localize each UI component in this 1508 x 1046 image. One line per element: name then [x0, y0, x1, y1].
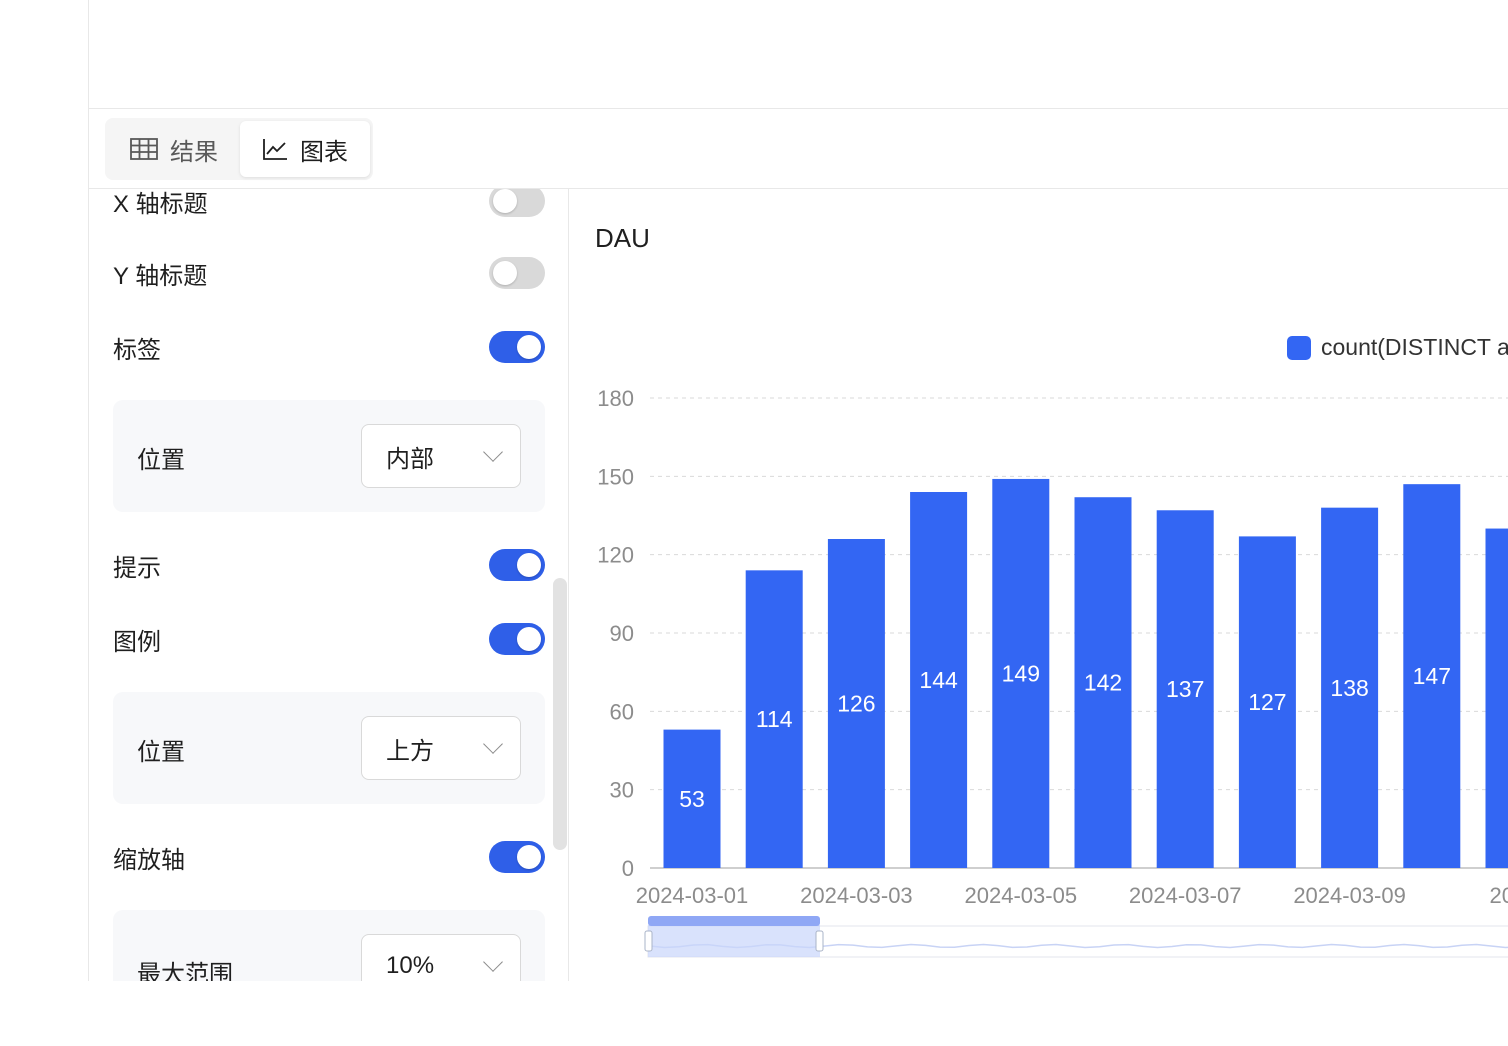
bar-value-label: 142	[1084, 670, 1122, 696]
tab-chart-label: 图表	[300, 138, 348, 166]
bar-value-label: 127	[1248, 689, 1286, 715]
max-range-label: 最大范围	[137, 961, 233, 981]
tab-results-label: 结果	[170, 138, 218, 166]
y-tick-label: 30	[610, 778, 634, 803]
view-switcher: 结果 图表	[105, 118, 373, 180]
line-chart-icon	[262, 138, 288, 160]
max-range-value: 10%	[386, 952, 435, 979]
label-position-label: 位置	[137, 447, 185, 474]
legend-position-card: 位置 上方	[113, 692, 545, 804]
table-icon	[130, 138, 158, 160]
y-tick-label: 0	[622, 856, 634, 881]
config-panel-scrollbar[interactable]	[553, 578, 567, 850]
x-tick-label: 2024-03-07	[1129, 883, 1242, 908]
tooltip-toggle[interactable]	[489, 549, 545, 581]
left-sidebar-strip	[0, 0, 89, 981]
zoom-axis-label: 缩放轴	[113, 846, 185, 874]
labels-row: 标签	[113, 327, 545, 367]
zoom-window-handle-bar[interactable]	[648, 916, 820, 926]
y-tick-label: 180	[597, 386, 634, 411]
legend-row: 图例	[113, 619, 545, 659]
chevron-down-icon	[483, 442, 503, 462]
y-axis-title-toggle[interactable]	[489, 257, 545, 289]
y-axis-title-row: Y 轴标题	[113, 253, 545, 293]
legend-label: 图例	[113, 628, 161, 656]
labels-toggle[interactable]	[489, 331, 545, 363]
legend-position-label: 位置	[137, 739, 185, 766]
y-tick-label: 120	[597, 543, 634, 568]
bar-value-label: 147	[1413, 663, 1451, 689]
max-range-select[interactable]: 10%	[361, 934, 521, 981]
y-axis-title-label: Y 轴标题	[113, 262, 208, 290]
bar	[1485, 528, 1508, 868]
chevron-down-icon	[483, 734, 503, 754]
tab-chart[interactable]: 图表	[240, 121, 370, 177]
bar-value-label: 138	[1330, 675, 1368, 701]
bar-value-label: 126	[837, 691, 875, 717]
x-tick-label: 2024-03-03	[800, 883, 913, 908]
x-tick-label: 2024-03-01	[636, 883, 749, 908]
chevron-down-icon	[483, 952, 503, 972]
x-axis-title-label: X 轴标题	[113, 190, 208, 218]
x-axis-title-row: X 轴标题	[113, 189, 545, 221]
label-position-select[interactable]: 内部	[361, 424, 521, 488]
legend-position-value: 上方	[386, 737, 434, 765]
tab-results[interactable]: 结果	[108, 121, 240, 177]
tooltip-label: 提示	[113, 554, 161, 582]
x-tick-label: 2024	[1490, 883, 1508, 908]
y-tick-label: 150	[597, 464, 634, 489]
x-axis-title-toggle[interactable]	[489, 189, 545, 217]
max-range-card: 最大范围 10%	[113, 910, 545, 981]
bar-value-label: 144	[919, 667, 958, 693]
label-position-value: 内部	[386, 445, 434, 473]
bar-value-label: 137	[1166, 676, 1204, 702]
bar-value-label: 53	[679, 786, 705, 812]
zoom-axis-row: 缩放轴	[113, 837, 545, 877]
zoom-left-handle[interactable]	[644, 930, 653, 952]
bar-chart: 0 30 60 90 120 150 180 53 114 126 144 149 142 137 127 1…	[597, 386, 1508, 958]
legend-position-select[interactable]: 上方	[361, 716, 521, 780]
x-tick-label: 2024-03-05	[965, 883, 1078, 908]
zoom-right-handle[interactable]	[815, 930, 824, 952]
chart-config-panel: X 轴标题 Y 轴标题 标签 位置 内部 提示 图例 位置 上方 缩放轴 最大范…	[89, 189, 569, 981]
y-tick-label: 90	[610, 621, 634, 646]
legend-toggle[interactable]	[489, 623, 545, 655]
x-tick-label: 2024-03-09	[1293, 883, 1406, 908]
zoom-window[interactable]	[648, 925, 820, 957]
tooltip-row: 提示	[113, 545, 545, 585]
bar-value-label: 114	[756, 706, 793, 732]
chart-area: DAU count(DISTINCT a 0 30 60 90 120 150 180 53 1…	[570, 189, 1508, 981]
labels-label: 标签	[113, 336, 161, 364]
label-position-card: 位置 内部	[113, 400, 545, 512]
y-tick-label: 60	[610, 699, 634, 724]
zoom-axis-toggle[interactable]	[489, 841, 545, 873]
bar-value-label: 149	[1002, 660, 1040, 686]
query-editor-area	[89, 0, 1508, 109]
view-toolbar: 结果 图表	[89, 109, 1508, 189]
